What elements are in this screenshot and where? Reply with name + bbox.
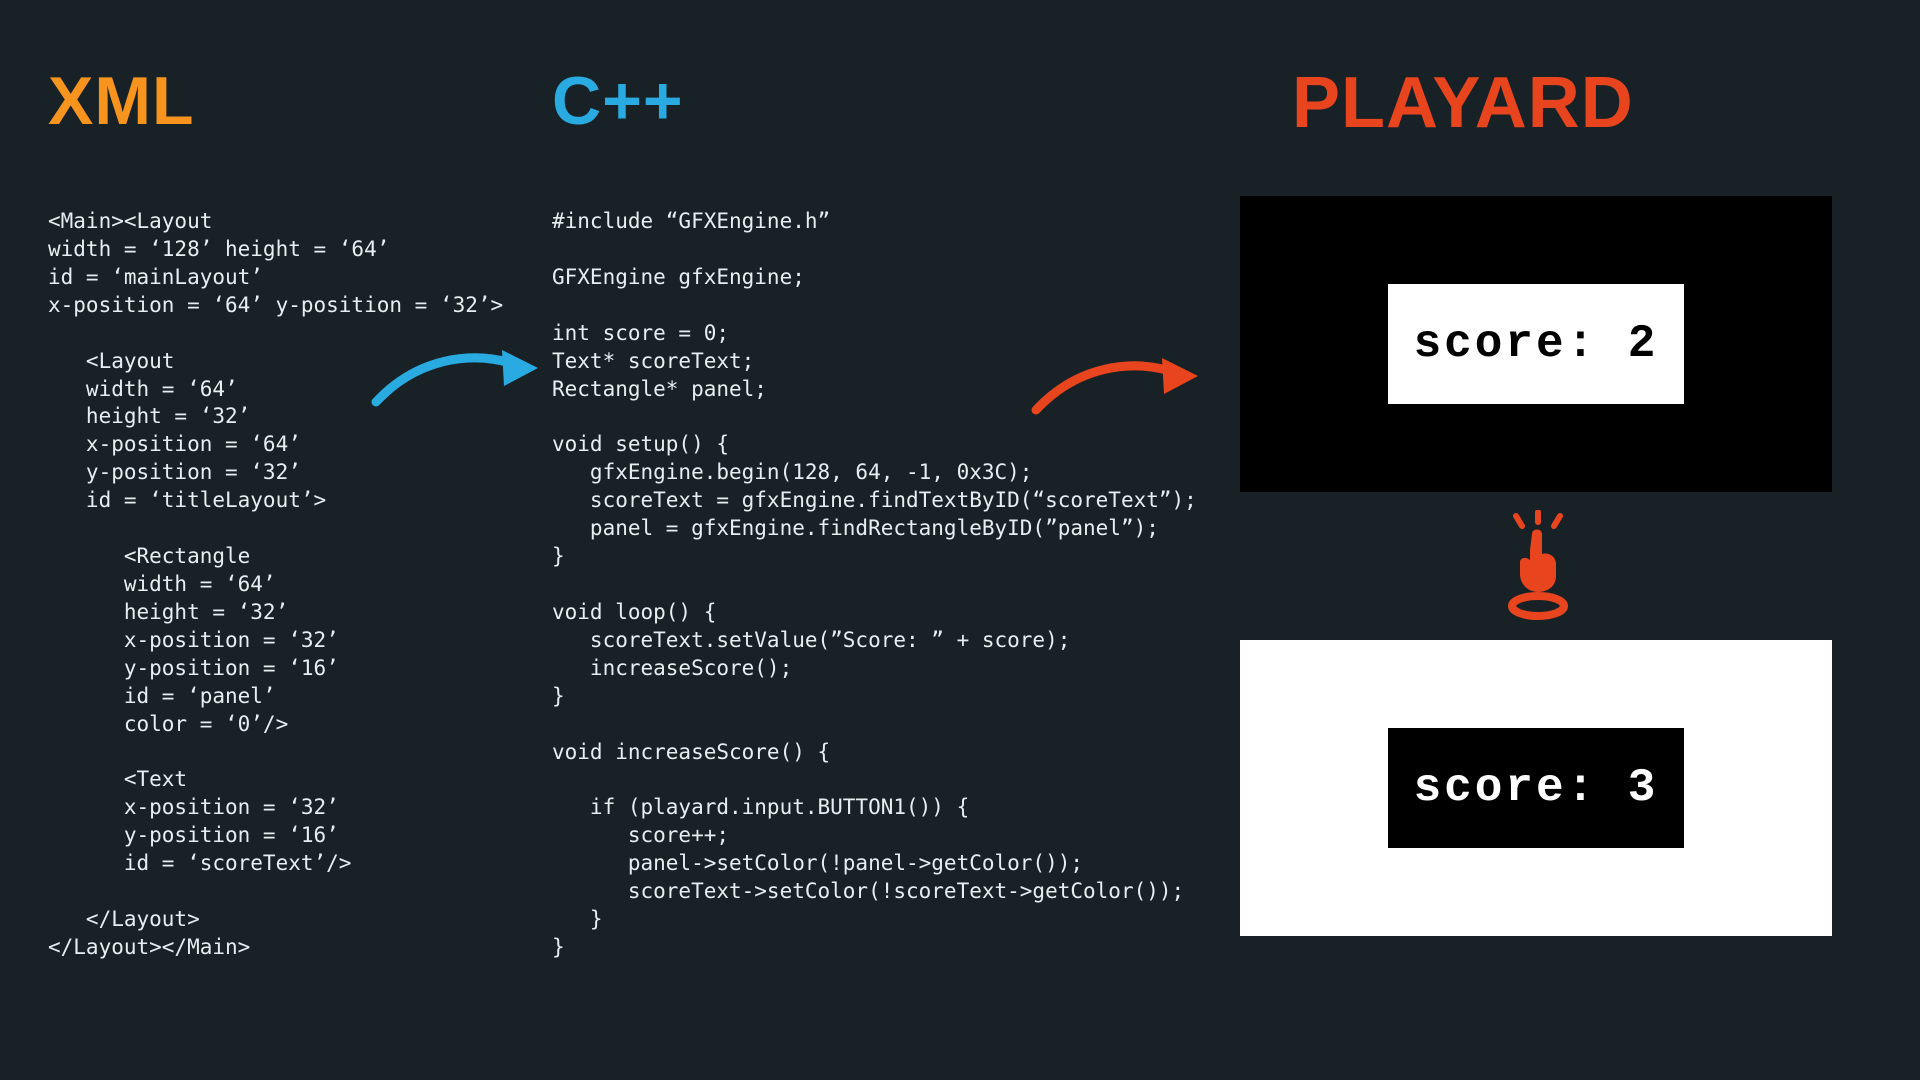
arrow-red-icon bbox=[1030, 338, 1210, 428]
display-panel-after: score: 3 bbox=[1388, 728, 1684, 848]
score-text-before: score: 2 bbox=[1414, 318, 1659, 370]
arrow-blue-icon bbox=[370, 330, 550, 420]
heading-cpp: C++ bbox=[552, 62, 684, 140]
heading-playard: PLAYARD bbox=[1292, 62, 1634, 144]
score-text-after: score: 3 bbox=[1414, 762, 1659, 814]
display-panel-before: score: 2 bbox=[1388, 284, 1684, 404]
code-block-xml: <Main><Layout width = ‘128’ height = ‘64… bbox=[48, 208, 503, 962]
display-screen-before: score: 2 bbox=[1240, 196, 1832, 492]
heading-xml: XML bbox=[48, 62, 195, 140]
code-block-cpp: #include “GFXEngine.h” GFXEngine gfxEngi… bbox=[552, 208, 1197, 962]
tap-icon bbox=[1498, 510, 1578, 620]
display-screen-after: score: 3 bbox=[1240, 640, 1832, 936]
slide: XML C++ PLAYARD <Main><Layout width = ‘1… bbox=[0, 0, 1920, 1080]
